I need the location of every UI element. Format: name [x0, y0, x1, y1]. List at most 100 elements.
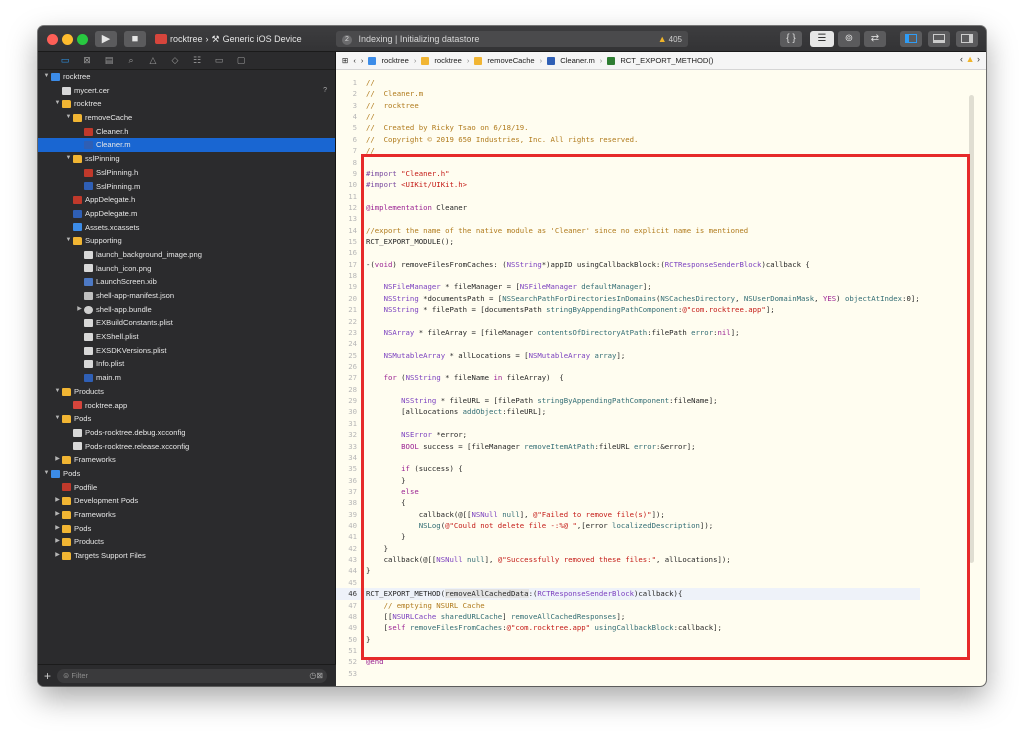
run-button[interactable]: ▶ — [95, 31, 117, 47]
code-line[interactable]: 32 NSError *error; — [336, 429, 920, 440]
tree-item[interactable]: ▶ Development Pods — [38, 494, 335, 508]
code-line[interactable]: 48 [[NSURLCache sharedURLCache] removeAl… — [336, 611, 920, 622]
line-number[interactable]: 29 — [336, 395, 366, 406]
line-number[interactable]: 31 — [336, 418, 366, 429]
code-line[interactable]: 5// Created by Ricky Tsao on 6/18/19. — [336, 122, 920, 133]
code-line[interactable]: 4// — [336, 111, 920, 122]
folder-icon[interactable]: ▭ — [60, 55, 70, 66]
chevron-right-icon[interactable]: › — [977, 54, 980, 64]
code-line[interactable]: 1// — [336, 77, 920, 88]
disclosure-closed-icon[interactable]: ▶ — [75, 303, 84, 317]
code-line[interactable]: 34 — [336, 452, 920, 463]
disclosure-closed-icon[interactable]: ▶ — [53, 494, 62, 508]
code-line[interactable]: 7// — [336, 145, 920, 156]
line-number[interactable]: 28 — [336, 384, 366, 395]
code-line[interactable]: 21 NSString * filePath = [documentsPath … — [336, 304, 920, 315]
line-number[interactable]: 10 — [336, 179, 366, 190]
code-line[interactable]: 17 -(void) removeFilesFromCaches: (NSStri… — [336, 259, 920, 270]
breakpoint-icon[interactable]: ▭ — [214, 55, 224, 66]
line-number[interactable]: 7 — [336, 145, 366, 156]
minimize-window-button[interactable] — [62, 34, 73, 45]
disclosure-open-icon[interactable]: ▼ — [42, 70, 51, 84]
stop-button[interactable]: ■ — [124, 31, 146, 47]
code-line[interactable]: 46 RCT_EXPORT_METHOD(removeAllCachedData:… — [336, 588, 920, 600]
code-line[interactable]: 27 for (NSString * fileName in fileArray… — [336, 372, 920, 383]
code-line[interactable]: 3// rocktree — [336, 100, 920, 111]
line-number[interactable]: 43 — [336, 554, 366, 565]
line-number[interactable]: 42 — [336, 543, 366, 554]
chevron-left-icon[interactable]: ‹ — [960, 54, 963, 64]
disclosure-open-icon[interactable]: ▼ — [42, 467, 51, 481]
line-number[interactable]: 15 — [336, 236, 366, 247]
code-line[interactable]: 24 — [336, 338, 920, 349]
line-number[interactable]: 14 — [336, 225, 366, 236]
tree-item[interactable]: Pods-rocktree.debug.xcconfig — [38, 426, 335, 440]
line-number[interactable]: 3 — [336, 100, 366, 111]
code-line[interactable]: 16 — [336, 247, 920, 258]
code-line[interactable]: 38 { — [336, 497, 920, 508]
line-number[interactable]: 53 — [336, 668, 366, 679]
code-line[interactable]: 22 — [336, 316, 920, 327]
scheme-selector[interactable]: rocktree › ⚒ Generic iOS Device — [155, 31, 302, 47]
code-line[interactable]: 30 [allLocations addObject:fileURL]; — [336, 406, 920, 417]
code-line[interactable]: 29 NSString * fileURL = [filePath string… — [336, 395, 920, 406]
code-line[interactable]: 11 — [336, 191, 920, 202]
tree-item[interactable]: AppDelegate.m — [38, 207, 335, 221]
line-number[interactable]: 50 — [336, 634, 366, 645]
line-number[interactable]: 4 — [336, 111, 366, 122]
line-number[interactable]: 23 — [336, 327, 366, 338]
filter-input[interactable]: ⊜ Filter ◷⊠ — [57, 668, 328, 683]
tree-item[interactable]: ▼ Products — [38, 385, 335, 399]
line-number[interactable]: 19 — [336, 281, 366, 292]
tree-item[interactable]: ▶ Pods — [38, 522, 335, 536]
tree-item[interactable]: ▼ Pods — [38, 412, 335, 426]
line-number[interactable]: 11 — [336, 191, 366, 202]
related-items-icon[interactable]: ⊞ — [342, 56, 348, 65]
tree-item[interactable]: EXSDKVersions.plist — [38, 344, 335, 358]
jump-crumb-2[interactable]: removeCache — [487, 56, 534, 65]
code-line[interactable]: 31 — [336, 418, 920, 429]
tree-item[interactable]: Cleaner.m — [38, 138, 335, 153]
source-control-icon[interactable]: ⊠ — [82, 55, 92, 66]
toggle-inspector-button[interactable] — [956, 31, 978, 47]
code-line[interactable]: 39 callback(@[[NSNull null], @"Failed to… — [336, 509, 920, 520]
disclosure-open-icon[interactable]: ▼ — [64, 111, 73, 125]
tree-item[interactable]: ▶ Targets Support Files — [38, 549, 335, 563]
disclosure-open-icon[interactable]: ▼ — [53, 97, 62, 111]
close-window-button[interactable] — [47, 34, 58, 45]
line-number[interactable]: 41 — [336, 531, 366, 542]
disclosure-open-icon[interactable]: ▼ — [64, 234, 73, 248]
disclosure-closed-icon[interactable]: ▶ — [53, 453, 62, 467]
code-line[interactable]: 41 } — [336, 531, 920, 542]
line-number[interactable]: 5 — [336, 122, 366, 133]
line-number[interactable]: 1 — [336, 77, 366, 88]
symbol-icon[interactable]: ▤ — [104, 55, 114, 66]
disclosure-open-icon[interactable]: ▼ — [64, 152, 73, 166]
tree-item[interactable]: launch_background_image.png — [38, 248, 335, 262]
tree-item[interactable]: ▼ sslPinning — [38, 152, 335, 166]
code-line[interactable]: 36 } — [336, 475, 920, 486]
line-number[interactable]: 37 — [336, 486, 366, 497]
tree-item[interactable]: Cleaner.h — [38, 125, 335, 139]
code-area[interactable]: 1//2// Cleaner.m 3// rocktree 4//5// Creat… — [336, 71, 976, 683]
code-line[interactable]: 44} — [336, 565, 920, 576]
code-line[interactable]: 51 — [336, 645, 920, 656]
code-line[interactable]: 9 #import "Cleaner.h" — [336, 168, 920, 179]
code-line[interactable]: 15 RCT_EXPORT_MODULE(); — [336, 236, 920, 247]
line-number[interactable]: 52 — [336, 656, 366, 667]
code-line[interactable]: 40 NSLog(@"Could not delete file -:%@ ",… — [336, 520, 920, 531]
line-number[interactable]: 27 — [336, 372, 366, 383]
warning-icon[interactable]: △ — [148, 55, 158, 66]
code-line[interactable]: 14//export the name of the native module… — [336, 225, 920, 236]
tree-item[interactable]: rocktree.app — [38, 399, 335, 413]
code-line[interactable]: 49 [self removeFilesFromCaches:@"com.roc… — [336, 622, 920, 633]
line-number[interactable]: 45 — [336, 577, 366, 588]
forward-icon[interactable]: › — [361, 56, 364, 65]
tree-item[interactable]: Info.plist — [38, 357, 335, 371]
code-line[interactable]: 2// Cleaner.m — [336, 88, 920, 99]
warnings-indicator[interactable]: ▲ 405 — [658, 31, 682, 48]
tree-item[interactable]: ▼ Pods — [38, 467, 335, 481]
line-number[interactable]: 21 — [336, 304, 366, 315]
code-line[interactable]: 8 — [336, 157, 920, 168]
tree-item[interactable]: main.m — [38, 371, 335, 385]
